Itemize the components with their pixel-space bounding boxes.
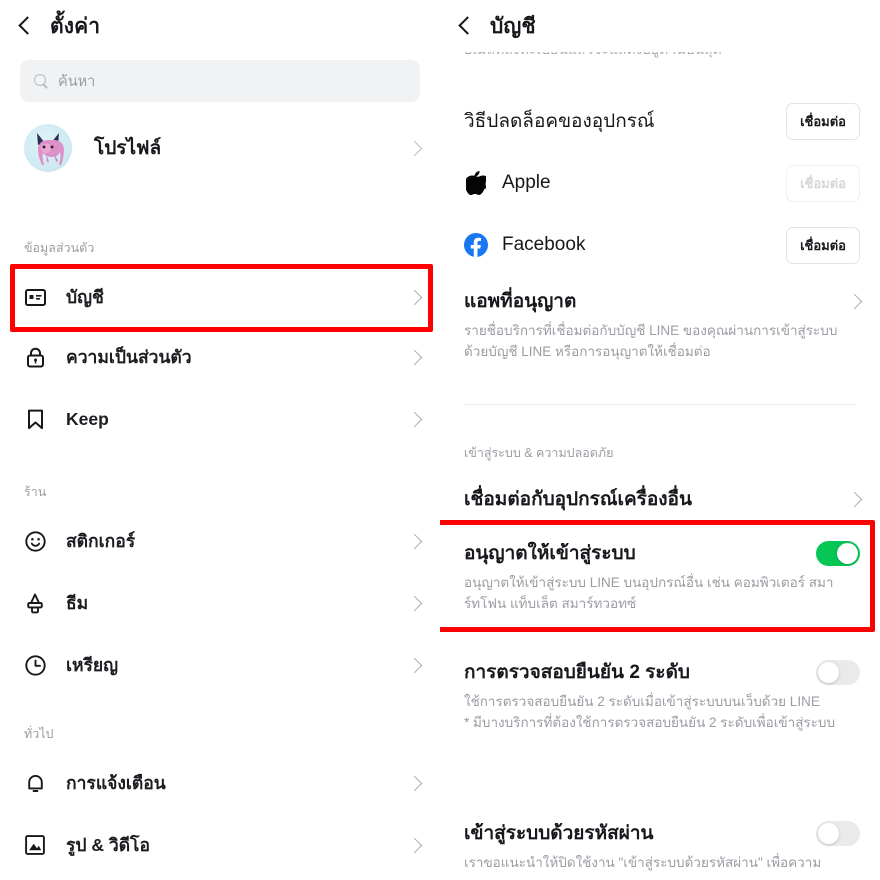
coin-clock-icon [24,654,46,676]
row-login-password-head: เข้าสู่ระบบด้วยรหัสผ่าน [440,818,880,848]
row-title: เชื่อมต่อกับอุปกรณ์เครื่องอื่น [464,489,692,510]
clipped-scroll-text: อีเมลที่ลงทะเบียนแล้วจะแสดงอยู่ด้านบนสุด [440,52,880,78]
row-facebook: Facebook เชื่อมต่อ [440,224,880,266]
search-icon [34,73,49,89]
row-allow-login-head: อนุญาตให้เข้าสู่ระบบ [440,538,880,568]
row-apple: Apple เชื่อมต่อ [440,162,880,204]
row-two-step-head: การตรวจสอบยืนยัน 2 ระดับ [440,657,880,687]
row-authorized-apps-head: แอพที่อนุญาต [440,286,880,316]
row-title: อนุญาตให้เข้าสู่ระบบ [464,543,636,564]
chevron-right-icon [406,595,423,611]
row-link-other-device[interactable]: เชื่อมต่อกับอุปกรณ์เครื่องอื่น [440,482,880,516]
section-label-general: ทั่วไป [24,727,54,741]
page-title: ตั้งค่า [50,14,101,38]
facebook-icon [464,233,488,257]
toggle-allow-login[interactable] [816,540,860,566]
chevron-right-icon [846,293,863,309]
profile-label: โปรไฟล์ [94,138,162,159]
chevron-right-icon [406,411,423,427]
settings-header: ตั้งค่า [0,0,440,52]
sidebar-item-keep[interactable]: Keep [0,390,440,448]
sidebar-item-coins[interactable]: เหรียญ [0,636,440,694]
apple-icon [464,171,488,195]
chevron-right-icon [406,657,423,673]
toggle-login-with-password[interactable] [816,820,860,846]
photo-icon [24,834,46,856]
row-description: ใช้การตรวจสอบยืนยัน 2 ระดับเมื่อเข้าสู่ร… [464,694,836,730]
chevron-right-icon [406,533,423,549]
connect-button-facebook[interactable]: เชื่อมต่อ [786,226,860,264]
settings-pane: ตั้งค่า ค้นหา โปรไฟล์ ข้อมูลส่วนตัว บัญช… [0,0,440,880]
chevron-left-icon[interactable] [458,15,472,37]
section-label-store: ร้าน [24,485,47,499]
row-title: แอพที่อนุญาต [464,291,577,312]
section-label-security: เข้าสู่ระบบ & ความปลอดภัย [464,446,614,460]
row-title: การตรวจสอบยืนยัน 2 ระดับ [464,662,690,683]
row-allow-login: อนุญาตให้เข้าสู่ระบบ อนุญาตให้เข้าสู่ระบ… [440,538,880,615]
brand-name: Apple [502,172,551,193]
row-description: รายชื่อบริการที่เชื่อมต่อกับบัญชี LINE ข… [464,323,838,359]
id-card-icon [24,286,46,308]
sidebar-item-label: รูป & วิดีโอ [66,835,150,855]
search-area: ค้นหา [0,52,440,102]
page-title: บัญชี [490,14,536,38]
search-input[interactable]: ค้นหา [20,60,420,102]
sidebar-item-label: สติกเกอร์ [66,531,136,551]
section-label-personal: ข้อมูลส่วนตัว [24,241,95,255]
toggle-two-step-verification[interactable] [816,659,860,685]
brand-name: Facebook [502,234,586,255]
sidebar-item-label: ความเป็นส่วนตัว [66,347,192,367]
row-device-unlock: วิธีปลดล็อคของอุปกรณ์ เชื่อมต่อ [440,100,880,142]
row-title: วิธีปลดล็อคของอุปกรณ์ [464,111,655,132]
toggle-knob [818,661,839,683]
chevron-right-icon [406,289,423,305]
chevron-right-icon [846,491,863,507]
sidebar-item-photos-videos[interactable]: รูป & วิดีโอ [0,816,440,874]
sidebar-item-label: Keep [66,408,109,429]
row-authorized-apps[interactable]: แอพที่อนุญาต รายชื่อบริการที่เชื่อมต่อกั… [440,286,880,363]
lock-icon [24,346,46,368]
toggle-knob [818,822,839,844]
smiley-icon [24,530,46,552]
chevron-right-icon [406,837,423,853]
chevron-right-icon [406,349,423,365]
chevron-right-icon [406,140,423,156]
row-description: เราขอแนะนำให้ปิดใช้งาน "เข้าสู่ระบบด้วยร… [464,855,822,870]
sidebar-item-account[interactable]: บัญชี [0,268,440,326]
sidebar-item-label: การแจ้งเตือน [66,773,166,793]
screen-root: ตั้งค่า ค้นหา โปรไฟล์ ข้อมูลส่วนตัว บัญช… [0,0,880,880]
chevron-right-icon [406,775,423,791]
connect-button-device-unlock[interactable]: เชื่อมต่อ [786,102,860,140]
row-description: อนุญาตให้เข้าสู่ระบบ LINE บนอุปกรณ์อื่น … [464,575,834,611]
sidebar-item-label: เหรียญ [66,655,119,675]
sidebar-item-privacy[interactable]: ความเป็นส่วนตัว [0,328,440,386]
sidebar-item-label: บัญชี [66,287,104,307]
sidebar-item-notifications[interactable]: การแจ้งเตือน [0,754,440,812]
divider [464,404,856,405]
bookmark-icon [24,408,46,430]
row-login-with-password: เข้าสู่ระบบด้วยรหัสผ่าน เราขอแนะนำให้ปิด… [440,818,880,874]
toggle-knob [837,542,858,564]
chevron-left-icon[interactable] [18,15,32,37]
bell-icon [24,772,46,794]
avatar [24,124,72,172]
profile-row[interactable]: โปรไฟล์ [0,102,440,172]
row-two-step-verification: การตรวจสอบยืนยัน 2 ระดับ ใช้การตรวจสอบยื… [440,657,880,734]
brush-icon [24,592,46,614]
search-placeholder: ค้นหา [58,73,96,90]
account-pane: บัญชี อีเมลที่ลงทะเบียนแล้วจะแสดงอยู่ด้า… [440,0,880,880]
account-header: บัญชี [440,0,880,52]
clipped-text: อีเมลที่ลงทะเบียนแล้วจะแสดงอยู่ด้านบนสุด [464,52,722,61]
sidebar-item-themes[interactable]: ธีม [0,574,440,632]
sidebar-item-stickers[interactable]: สติกเกอร์ [0,512,440,570]
connect-button-apple: เชื่อมต่อ [786,164,860,202]
sidebar-item-label: ธีม [66,593,89,613]
row-title: เข้าสู่ระบบด้วยรหัสผ่าน [464,823,654,844]
